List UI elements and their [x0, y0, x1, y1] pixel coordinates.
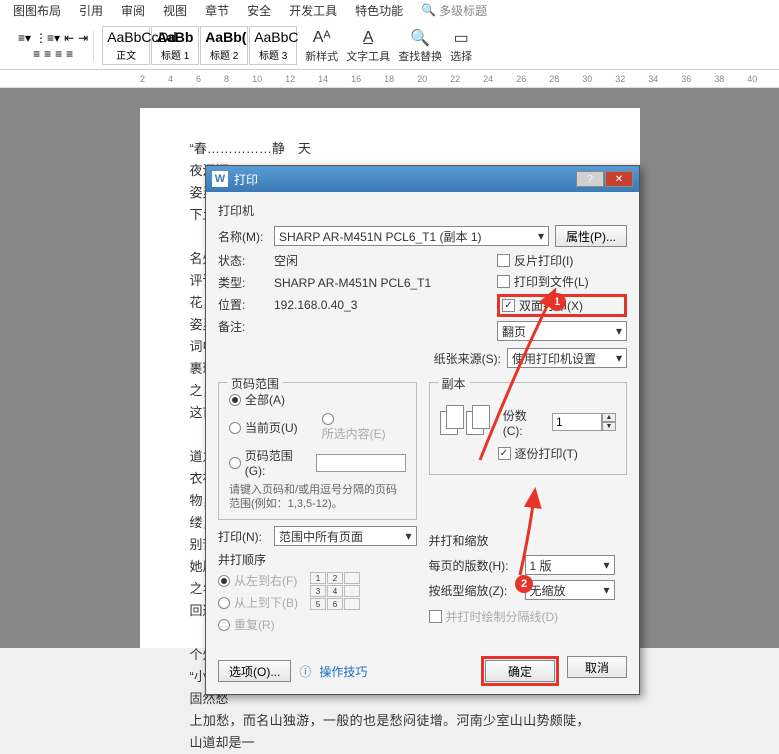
range-selection-radio [322, 413, 334, 425]
order-lr-radio [218, 575, 230, 587]
type-value: SHARP AR-M451N PCL6_T1 [274, 276, 431, 290]
per-sheet-select[interactable]: 1 版 [525, 555, 615, 575]
scale-label: 按纸型缩放(Z): [429, 582, 519, 599]
spinner-down-icon[interactable]: ▼ [602, 422, 616, 431]
copies-label: 份数(C): [503, 407, 546, 438]
range-pages-input[interactable] [316, 454, 406, 472]
range-all-label: 全部(A) [245, 391, 285, 408]
print-dialog: W 打印 ? ✕ 打印机 名称(M): SHARP AR-M451N PCL6_… [205, 165, 640, 695]
flip-select[interactable]: 翻页 [497, 321, 627, 341]
order-tb-radio [218, 597, 230, 609]
tab[interactable]: 章节 [197, 0, 237, 20]
duplex-checkbox[interactable] [502, 299, 515, 312]
paper-src-label: 纸张来源(S): [434, 350, 501, 367]
copies-fieldset: 副本 份数(C): ▲▼ 逐份打印(T) [429, 382, 628, 475]
align-right-icon[interactable]: ≡ [55, 47, 62, 61]
find-replace-button[interactable]: 🔍查找替换 [398, 28, 442, 64]
range-pages-radio[interactable] [229, 457, 241, 469]
properties-button[interactable]: 属性(P)... [555, 225, 627, 247]
title-bar[interactable]: W 打印 ? ✕ [206, 166, 639, 192]
indent-inc-icon[interactable]: ⇥ [78, 31, 88, 45]
spinner-up-icon[interactable]: ▲ [602, 413, 616, 422]
scale-select[interactable]: 无缩放 [525, 580, 615, 600]
align-center-icon[interactable]: ≡ [44, 47, 51, 61]
app-icon: W [212, 171, 228, 187]
name-label: 名称(M): [218, 228, 268, 245]
select-button[interactable]: ▭选择 [450, 28, 472, 64]
status-label: 状态: [218, 252, 268, 269]
range-hint: 请键入页码和/或用逗号分隔的页码范围(例如：1,3,5-12)。 [229, 483, 406, 511]
ruler: 2468101214161820222426283032343638404244 [0, 70, 779, 88]
where-label: 位置: [218, 296, 268, 313]
paper-src-select[interactable]: 使用打印机设置 [507, 348, 627, 368]
zoom-title: 并打和缩放 [429, 532, 628, 549]
style-item[interactable]: AaBb标题 1 [151, 26, 199, 65]
per-sheet-label: 每页的版数(H): [429, 557, 519, 574]
tips-icon: ⓘ [299, 663, 311, 680]
order-title: 并打顺序 [218, 551, 417, 568]
bullets-icon[interactable]: ≡▾ [18, 31, 31, 45]
tab[interactable]: 开发工具 [281, 0, 345, 20]
draw-lines-checkbox [429, 610, 442, 623]
tab[interactable]: 引用 [71, 0, 111, 20]
collate-checkbox[interactable] [498, 447, 511, 460]
range-fieldset: 页码范围 全部(A) 当前页(U) 所选内容(E) 页码范围(G): 请键入页码… [218, 382, 417, 520]
draw-lines-label: 并打时绘制分隔线(D) [446, 608, 559, 625]
order-repeat-radio [218, 619, 230, 631]
collate-label: 逐份打印(T) [515, 445, 578, 462]
dialog-title: 打印 [234, 171, 576, 188]
align-justify-icon[interactable]: ≡ [66, 47, 73, 61]
search-icon: 🔍 [421, 3, 436, 17]
cancel-button[interactable]: 取消 [567, 656, 627, 678]
printer-name-select[interactable]: SHARP AR-M451N PCL6_T1 (副本 1) [274, 226, 549, 246]
reverse-checkbox[interactable] [497, 254, 510, 267]
layout-preview-icon: 12 34 56 [310, 572, 360, 638]
to-file-label: 打印到文件(L) [514, 273, 589, 290]
search-box[interactable]: 🔍 多级标题 [421, 0, 487, 20]
print-what-select[interactable]: 范围中所有页面 [274, 526, 417, 546]
ok-button[interactable]: 确定 [485, 660, 555, 682]
tips-link[interactable]: 操作技巧 [319, 663, 367, 680]
range-current-radio[interactable] [229, 422, 241, 434]
tab[interactable]: 审阅 [113, 0, 153, 20]
collate-icon [440, 405, 489, 439]
tab[interactable]: 安全 [239, 0, 279, 20]
type-label: 类型: [218, 274, 268, 291]
printer-section-title: 打印机 [218, 202, 627, 219]
new-style-button[interactable]: Aᴬ新样式 [305, 28, 338, 64]
style-item[interactable]: AaBbC标题 3 [249, 26, 297, 65]
search-placeholder: 多级标题 [439, 2, 487, 19]
indent-dec-icon[interactable]: ⇤ [64, 31, 74, 45]
numbering-icon[interactable]: ⋮≡▾ [35, 31, 60, 45]
tab[interactable]: 图图布局 [5, 0, 69, 20]
style-gallery[interactable]: AaBbCcDd正文 AaBb标题 1 AaBb(标题 2 AaBbC标题 3 [102, 26, 297, 65]
help-icon[interactable]: ? [576, 171, 604, 187]
style-item[interactable]: AaBbCcDd正文 [102, 26, 150, 65]
annotation-2: 2 [515, 575, 533, 593]
style-item[interactable]: AaBb(标题 2 [200, 26, 248, 65]
range-all-radio[interactable] [229, 394, 241, 406]
comment-label: 备注: [218, 318, 268, 335]
copies-spinner[interactable]: ▲▼ [552, 413, 616, 431]
annotation-1: 1 [548, 293, 566, 311]
range-pages-label: 页码范围(G): [245, 447, 312, 478]
reverse-label: 反片打印(I) [514, 252, 573, 269]
close-icon[interactable]: ✕ [605, 171, 633, 187]
range-current-label: 当前页(U) [245, 419, 298, 436]
where-value: 192.168.0.40_3 [274, 298, 357, 312]
align-left-icon[interactable]: ≡ [33, 47, 40, 61]
text-tool-button[interactable]: A̲文字工具 [346, 28, 390, 64]
tab[interactable]: 特色功能 [347, 0, 411, 20]
to-file-checkbox[interactable] [497, 275, 510, 288]
print-what-label: 打印(N): [218, 528, 268, 545]
range-title: 页码范围 [227, 375, 283, 392]
copies-title: 副本 [438, 375, 470, 392]
copies-input[interactable] [552, 413, 602, 431]
status-value: 空闲 [274, 252, 298, 269]
tab[interactable]: 视图 [155, 0, 195, 20]
options-button[interactable]: 选项(O)... [218, 660, 291, 682]
